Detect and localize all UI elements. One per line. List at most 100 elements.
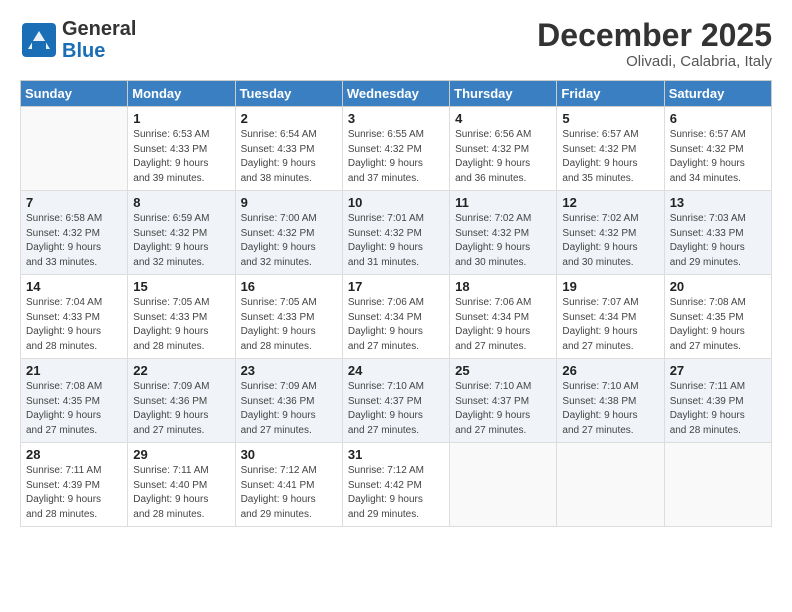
calendar-header-row: Sunday Monday Tuesday Wednesday Thursday…: [21, 81, 772, 107]
col-wednesday: Wednesday: [342, 81, 449, 107]
calendar-cell: 7 Sunrise: 6:58 AM Sunset: 4:32 PM Daylig…: [21, 191, 128, 275]
calendar-cell: 24 Sunrise: 7:10 AM Sunset: 4:37 PM Dayli…: [342, 359, 449, 443]
day-info: Sunrise: 7:10 AM Sunset: 4:38 PM Dayligh…: [562, 380, 658, 438]
calendar-cell: 22Sunrise: 7:09 AM Sunset: 4:36 PM Dayli…: [128, 359, 235, 443]
day-number: 21: [26, 363, 122, 378]
calendar-week-row: 21 Sunrise: 7:08 AM Sunset: 4:35 PM Dayli…: [21, 359, 772, 443]
calendar-cell: [664, 443, 771, 527]
calendar-week-row: 28 Sunrise: 7:11 AM Sunset: 4:39 PM Dayli…: [21, 443, 772, 527]
day-number: 26: [562, 363, 658, 378]
day-info: Sunrise: 7:00 AM Sunset: 4:32 PM Dayligh…: [241, 212, 337, 270]
calendar-cell: 12 Sunrise: 7:02 AM Sunset: 4:32 PM Dayli…: [557, 191, 664, 275]
calendar-cell: 6 Sunrise: 6:57 AM Sunset: 4:32 PM Daylig…: [664, 107, 771, 191]
calendar-cell: 28 Sunrise: 7:11 AM Sunset: 4:39 PM Dayli…: [21, 443, 128, 527]
calendar-cell: 15Sunrise: 7:05 AM Sunset: 4:33 PM Dayli…: [128, 275, 235, 359]
calendar-cell: 4Sunrise: 6:56 AM Sunset: 4:32 PM Daylig…: [450, 107, 557, 191]
day-info: Sunrise: 7:06 AM Sunset: 4:34 PM Dayligh…: [455, 296, 551, 354]
day-number: 7: [26, 195, 122, 210]
calendar-week-row: 7 Sunrise: 6:58 AM Sunset: 4:32 PM Daylig…: [21, 191, 772, 275]
calendar-cell: [450, 443, 557, 527]
day-number: 28: [26, 447, 122, 462]
calendar-table: Sunday Monday Tuesday Wednesday Thursday…: [20, 80, 772, 527]
day-info: Sunrise: 7:01 AM Sunset: 4:32 PM Dayligh…: [348, 212, 444, 270]
day-info: Sunrise: 6:57 AM Sunset: 4:32 PM Dayligh…: [670, 128, 766, 186]
day-info: Sunrise: 7:11 AM Sunset: 4:40 PM Dayligh…: [133, 464, 229, 522]
calendar-cell: 23 Sunrise: 7:09 AM Sunset: 4:36 PM Dayli…: [235, 359, 342, 443]
day-info: Sunrise: 6:55 AM Sunset: 4:32 PM Dayligh…: [348, 128, 444, 186]
col-sunday: Sunday: [21, 81, 128, 107]
page: General Blue December 2025 Olivadi, Cala…: [0, 0, 792, 612]
day-number: 24: [348, 363, 444, 378]
day-number: 8: [133, 195, 229, 210]
col-thursday: Thursday: [450, 81, 557, 107]
day-info: Sunrise: 7:08 AM Sunset: 4:35 PM Dayligh…: [670, 296, 766, 354]
calendar-cell: 31 Sunrise: 7:12 AM Sunset: 4:42 PM Dayli…: [342, 443, 449, 527]
day-info: Sunrise: 6:53 AM Sunset: 4:33 PM Dayligh…: [133, 128, 229, 186]
header: General Blue December 2025 Olivadi, Cala…: [20, 18, 772, 70]
day-info: Sunrise: 7:10 AM Sunset: 4:37 PM Dayligh…: [348, 380, 444, 438]
col-monday: Monday: [128, 81, 235, 107]
day-info: Sunrise: 7:12 AM Sunset: 4:42 PM Dayligh…: [348, 464, 444, 522]
day-number: 22: [133, 363, 229, 378]
calendar-cell: 19Sunrise: 7:07 AM Sunset: 4:34 PM Dayli…: [557, 275, 664, 359]
day-number: 11: [455, 195, 551, 210]
day-number: 31: [348, 447, 444, 462]
day-number: 9: [241, 195, 337, 210]
day-number: 17: [348, 279, 444, 294]
day-number: 19: [562, 279, 658, 294]
logo-icon: [20, 21, 58, 59]
day-number: 4: [455, 111, 551, 126]
location-subtitle: Olivadi, Calabria, Italy: [537, 53, 772, 70]
calendar-cell: 21 Sunrise: 7:08 AM Sunset: 4:35 PM Dayli…: [21, 359, 128, 443]
title-block: December 2025 Olivadi, Calabria, Italy: [537, 18, 772, 70]
day-info: Sunrise: 7:04 AM Sunset: 4:33 PM Dayligh…: [26, 296, 122, 354]
calendar-cell: 26 Sunrise: 7:10 AM Sunset: 4:38 PM Dayli…: [557, 359, 664, 443]
day-info: Sunrise: 7:02 AM Sunset: 4:32 PM Dayligh…: [455, 212, 551, 270]
day-number: 30: [241, 447, 337, 462]
day-number: 10: [348, 195, 444, 210]
calendar-cell: 27Sunrise: 7:11 AM Sunset: 4:39 PM Dayli…: [664, 359, 771, 443]
calendar-cell: 1Sunrise: 6:53 AM Sunset: 4:33 PM Daylig…: [128, 107, 235, 191]
day-info: Sunrise: 7:09 AM Sunset: 4:36 PM Dayligh…: [241, 380, 337, 438]
day-info: Sunrise: 7:06 AM Sunset: 4:34 PM Dayligh…: [348, 296, 444, 354]
day-number: 12: [562, 195, 658, 210]
day-number: 13: [670, 195, 766, 210]
calendar-cell: 18 Sunrise: 7:06 AM Sunset: 4:34 PM Dayli…: [450, 275, 557, 359]
day-info: Sunrise: 7:05 AM Sunset: 4:33 PM Dayligh…: [241, 296, 337, 354]
day-number: 20: [670, 279, 766, 294]
col-friday: Friday: [557, 81, 664, 107]
day-number: 23: [241, 363, 337, 378]
month-title: December 2025: [537, 18, 772, 53]
day-info: Sunrise: 6:58 AM Sunset: 4:32 PM Dayligh…: [26, 212, 122, 270]
calendar-cell: 11 Sunrise: 7:02 AM Sunset: 4:32 PM Dayli…: [450, 191, 557, 275]
day-info: Sunrise: 7:02 AM Sunset: 4:32 PM Dayligh…: [562, 212, 658, 270]
col-saturday: Saturday: [664, 81, 771, 107]
calendar-cell: 10 Sunrise: 7:01 AM Sunset: 4:32 PM Dayli…: [342, 191, 449, 275]
day-info: Sunrise: 7:12 AM Sunset: 4:41 PM Dayligh…: [241, 464, 337, 522]
day-info: Sunrise: 7:08 AM Sunset: 4:35 PM Dayligh…: [26, 380, 122, 438]
day-number: 18: [455, 279, 551, 294]
day-info: Sunrise: 6:54 AM Sunset: 4:33 PM Dayligh…: [241, 128, 337, 186]
calendar-cell: [21, 107, 128, 191]
day-info: Sunrise: 7:11 AM Sunset: 4:39 PM Dayligh…: [26, 464, 122, 522]
calendar-week-row: 1Sunrise: 6:53 AM Sunset: 4:33 PM Daylig…: [21, 107, 772, 191]
calendar-cell: 25Sunrise: 7:10 AM Sunset: 4:37 PM Dayli…: [450, 359, 557, 443]
day-info: Sunrise: 7:10 AM Sunset: 4:37 PM Dayligh…: [455, 380, 551, 438]
day-info: Sunrise: 6:57 AM Sunset: 4:32 PM Dayligh…: [562, 128, 658, 186]
calendar-cell: 30 Sunrise: 7:12 AM Sunset: 4:41 PM Dayli…: [235, 443, 342, 527]
calendar-cell: [557, 443, 664, 527]
calendar-week-row: 14 Sunrise: 7:04 AM Sunset: 4:33 PM Dayli…: [21, 275, 772, 359]
calendar-cell: 16Sunrise: 7:05 AM Sunset: 4:33 PM Dayli…: [235, 275, 342, 359]
calendar-cell: 13 Sunrise: 7:03 AM Sunset: 4:33 PM Dayli…: [664, 191, 771, 275]
logo-general: General: [62, 18, 136, 40]
day-info: Sunrise: 7:03 AM Sunset: 4:33 PM Dayligh…: [670, 212, 766, 270]
day-number: 2: [241, 111, 337, 126]
day-number: 14: [26, 279, 122, 294]
day-info: Sunrise: 6:59 AM Sunset: 4:32 PM Dayligh…: [133, 212, 229, 270]
calendar-cell: 2 Sunrise: 6:54 AM Sunset: 4:33 PM Daylig…: [235, 107, 342, 191]
day-number: 6: [670, 111, 766, 126]
calendar-cell: 17 Sunrise: 7:06 AM Sunset: 4:34 PM Dayli…: [342, 275, 449, 359]
calendar-cell: 8 Sunrise: 6:59 AM Sunset: 4:32 PM Daylig…: [128, 191, 235, 275]
day-number: 27: [670, 363, 766, 378]
logo: General Blue: [20, 18, 136, 62]
